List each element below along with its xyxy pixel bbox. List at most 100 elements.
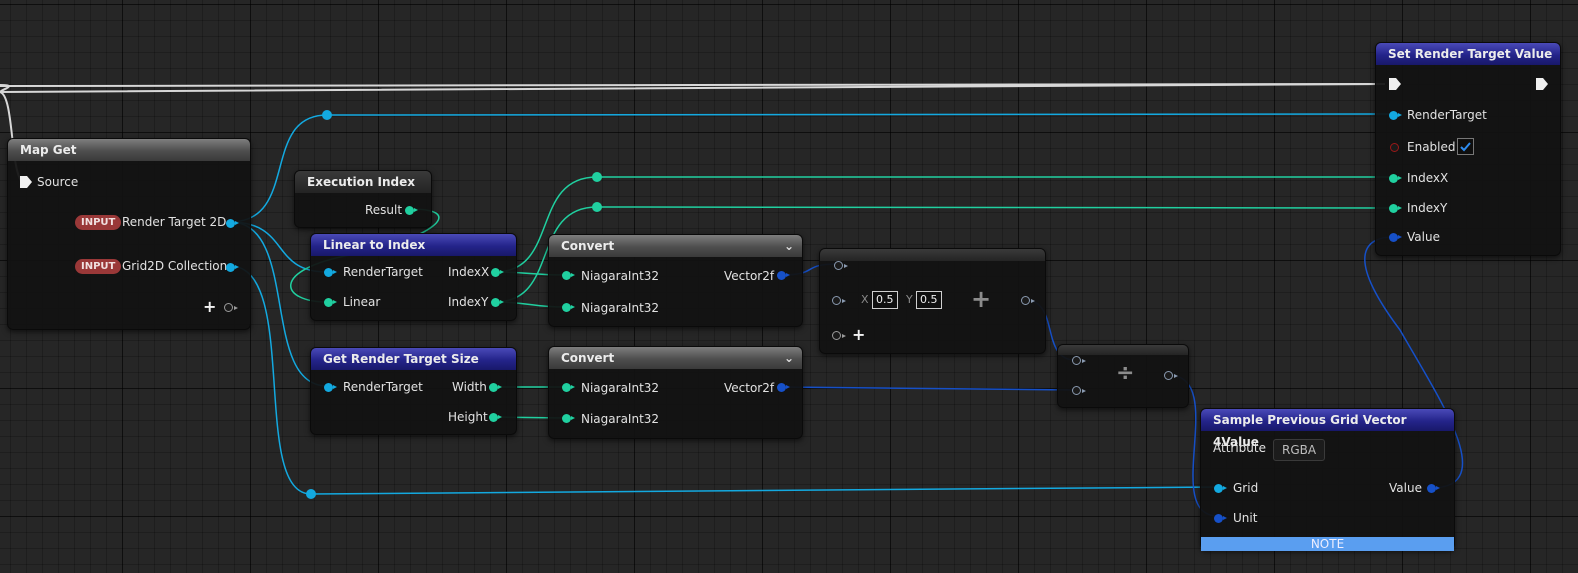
node-title: Convert ⌄ (549, 347, 802, 369)
linear-label: Linear (343, 295, 381, 309)
node-title: Set Render Target Value (1376, 43, 1560, 65)
vector2f-pin[interactable] (777, 383, 790, 392)
node-header (1058, 345, 1188, 355)
render-target-pin[interactable] (324, 268, 337, 277)
linear-pin[interactable] (324, 298, 337, 307)
indexy-label: IndexY (1407, 201, 1448, 215)
render-target-2d-label: Render Target 2D (122, 215, 227, 229)
niagaraint32-pin[interactable] (562, 383, 575, 392)
sample-previous-grid-node[interactable]: Sample Previous Grid Vector 4Value Attri… (1200, 408, 1455, 551)
source-label: Source (37, 175, 79, 189)
node-title-text: Convert (561, 351, 615, 365)
divide-operator-icon: ÷ (1116, 361, 1135, 386)
y-value-field[interactable]: 0.5 (916, 291, 942, 309)
node-title: Map Get (8, 139, 250, 161)
node-title: Get Render Target Size (311, 348, 516, 370)
linear-to-index-node[interactable]: Linear to Index RenderTarget Linear Inde… (310, 233, 517, 321)
node-header (820, 249, 1045, 261)
convert-node-2[interactable]: Convert ⌄ NiagaraInt32 NiagaraInt32 Vect… (548, 346, 803, 439)
indexx-pin[interactable] (1389, 174, 1402, 183)
chevron-down-icon[interactable]: ⌄ (784, 347, 794, 369)
add-node[interactable]: X 0.5 Y 0.5 + + (819, 248, 1046, 354)
node-title-text: Convert (561, 239, 615, 253)
wire-reroute-y-to-set (596, 206, 1394, 209)
add-pin[interactable] (224, 303, 238, 312)
vector2f-label: Vector2f (724, 269, 775, 283)
niagaraint32-label: NiagaraInt32 (581, 269, 660, 283)
enabled-checkbox[interactable] (1457, 138, 1474, 155)
render-target-label: RenderTarget (1407, 108, 1487, 122)
map-get-node[interactable]: Map Get Source INPUT Render Target 2D IN… (7, 138, 251, 330)
niagaraint32-pin[interactable] (562, 271, 575, 280)
set-render-target-value-node[interactable]: Set Render Target Value RenderTarget Ena… (1375, 42, 1561, 256)
indexx-label: IndexX (1407, 171, 1449, 185)
note-bar[interactable]: NOTE (1201, 537, 1454, 551)
reroute-knot (306, 489, 316, 499)
height-label: Height (448, 410, 488, 424)
niagaraint32-pin[interactable] (562, 414, 575, 423)
indexy-pin[interactable] (491, 298, 504, 307)
a-input-pin[interactable] (834, 261, 848, 270)
node-title: Linear to Index (311, 234, 516, 256)
render-target-pin[interactable] (1389, 111, 1402, 120)
input-badge: INPUT (75, 215, 122, 230)
attribute-label: Attribute (1213, 441, 1266, 455)
divide-output-pin[interactable] (1164, 371, 1178, 380)
reroute-knot (322, 110, 332, 120)
value-label: Value (1407, 230, 1440, 244)
b-input-pin[interactable] (1072, 386, 1086, 395)
indexx-pin[interactable] (491, 268, 504, 277)
render-target-2d-pin[interactable] (226, 219, 239, 228)
grid2d-collection-label: Grid2D Collection (122, 259, 228, 273)
enabled-pin[interactable] (1390, 143, 1399, 152)
plus-icon[interactable]: + (203, 299, 216, 315)
y-axis-label: Y (906, 293, 913, 306)
convert-node-1[interactable]: Convert ⌄ NiagaraInt32 NiagaraInt32 Vect… (548, 234, 803, 327)
plus-icon[interactable]: + (852, 327, 865, 343)
x-value-field[interactable]: 0.5 (872, 291, 898, 309)
width-label: Width (452, 380, 487, 394)
input-badge: INPUT (75, 259, 122, 274)
value-pin[interactable] (1427, 484, 1440, 493)
reroute-knot (592, 202, 602, 212)
grid-label: Grid (1233, 481, 1259, 495)
attribute-field[interactable]: RGBA (1273, 439, 1326, 461)
get-render-target-size-node[interactable]: Get Render Target Size RenderTarget Widt… (310, 347, 517, 435)
wire-reroute-to-sample (310, 486, 1219, 495)
width-pin[interactable] (489, 383, 502, 392)
render-target-pin[interactable] (324, 383, 337, 392)
grid2d-collection-pin[interactable] (226, 263, 239, 272)
enabled-label: Enabled (1407, 140, 1456, 154)
node-title: Sample Previous Grid Vector 4Value (1201, 409, 1454, 449)
node-title: Execution Index (295, 171, 431, 193)
niagaraint32-label: NiagaraInt32 (581, 381, 660, 395)
node-title: Convert ⌄ (549, 235, 802, 257)
render-target-label: RenderTarget (343, 380, 423, 394)
indexy-pin[interactable] (1389, 204, 1402, 213)
value-label: Value (1389, 481, 1422, 495)
chevron-down-icon[interactable]: ⌄ (784, 235, 794, 257)
value-pin[interactable] (1389, 233, 1402, 242)
add-output-pin[interactable] (1021, 296, 1035, 305)
niagaraint32-label: NiagaraInt32 (581, 301, 660, 315)
vector2f-pin[interactable] (777, 271, 790, 280)
height-pin[interactable] (489, 413, 502, 422)
wire-reroute-to-set (326, 113, 1394, 116)
vector2f-label: Vector2f (724, 381, 775, 395)
result-pin[interactable] (405, 206, 418, 215)
exec-wire-2 (0, 83, 1386, 87)
indexx-label: IndexX (448, 265, 490, 279)
unit-pin[interactable] (1214, 514, 1227, 523)
unit-label: Unit (1233, 511, 1258, 525)
execution-index-node[interactable]: Execution Index Result (294, 170, 432, 228)
grid-pin[interactable] (1214, 484, 1227, 493)
x-axis-label: X (861, 293, 869, 306)
niagaraint32-pin[interactable] (562, 303, 575, 312)
add-pin[interactable] (832, 331, 846, 340)
exec-wire (0, 83, 1386, 94)
check-icon (1460, 142, 1471, 152)
b-input-pin[interactable] (832, 296, 846, 305)
divide-node[interactable]: ÷ (1057, 344, 1189, 408)
result-label: Result (365, 203, 403, 217)
a-input-pin[interactable] (1072, 356, 1086, 365)
